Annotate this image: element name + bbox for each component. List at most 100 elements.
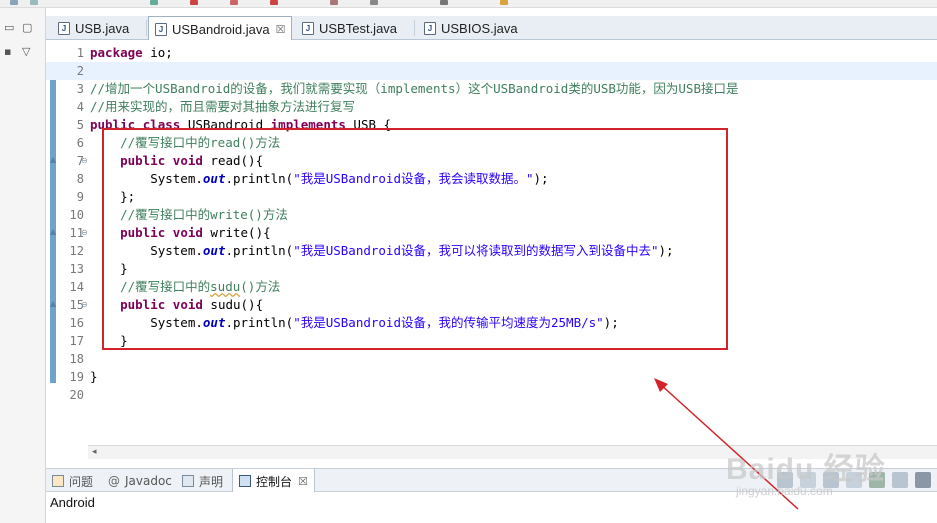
code-text: }; (90, 189, 136, 204)
java-file-icon: J (302, 21, 314, 35)
toolbar-icon[interactable] (30, 0, 38, 5)
code-comment: //覆写接口中的write()方法 (90, 207, 288, 222)
console-output[interactable]: Android (46, 492, 937, 523)
editor-tab-bar: J USB.java J USBandroid.java ☒ J USBTest… (46, 16, 937, 41)
code-line[interactable]: ▲ 11 ⊖ public void write(){ (46, 224, 937, 242)
tab-javadoc[interactable]: @ Javadoc (108, 469, 172, 493)
override-marker-icon[interactable]: ▲ (50, 299, 56, 309)
chevron-down-icon[interactable]: ▽ (22, 46, 30, 58)
code-text: } (90, 333, 128, 348)
override-marker-icon[interactable]: ▲ (50, 227, 56, 237)
tab-label: 问题 (69, 474, 94, 489)
code-line[interactable]: 12 System.out.println("我是USBandroid设备，我可… (46, 242, 937, 260)
collapse-icon[interactable]: ▪ (4, 46, 11, 58)
toolbar-icon[interactable] (440, 0, 448, 5)
line-number: 12 (69, 244, 84, 258)
toolbar-icon[interactable] (190, 0, 198, 5)
line-number: 14 (69, 280, 84, 294)
code-text: } (90, 261, 128, 276)
toolbar-icon[interactable] (330, 0, 338, 5)
tab-usbios-java[interactable]: J USBIOS.java (418, 16, 528, 40)
code-line[interactable]: 18 (46, 350, 937, 368)
code-line[interactable]: ▲ 15 ⊖ public void sudu(){ (46, 296, 937, 314)
code-comment: //增加一个USBandroid的设备，我们就需要实现（implements）这… (90, 81, 739, 96)
tab-label: 控制台 (256, 474, 293, 489)
console-action-icon[interactable] (869, 472, 885, 488)
console-toolbar (777, 472, 931, 488)
fold-icon[interactable]: ⊖ (81, 228, 88, 238)
code-line[interactable]: 3 //增加一个USBandroid的设备，我们就需要实现（implements… (46, 80, 937, 98)
toolbar-icon[interactable] (10, 0, 18, 5)
line-number: 9 (76, 190, 84, 204)
java-file-icon: J (424, 21, 436, 35)
console-action-icon[interactable] (846, 472, 862, 488)
fold-icon[interactable]: ⊖ (81, 156, 88, 166)
line-number: 1 (76, 46, 84, 60)
code-text: } (90, 369, 98, 384)
code-line[interactable]: 1 package io; (46, 44, 937, 62)
toolbar-icon[interactable] (150, 0, 158, 5)
toolbar-icon[interactable] (370, 0, 378, 5)
line-number: 18 (69, 352, 84, 366)
code-line[interactable]: 10 //覆写接口中的write()方法 (46, 206, 937, 224)
code-text: public void write(){ (120, 225, 271, 240)
console-action-icon[interactable] (800, 472, 816, 488)
override-marker-icon[interactable]: ▲ (50, 155, 56, 165)
horizontal-scrollbar[interactable]: ◂ (88, 445, 937, 459)
line-number: 4 (76, 100, 84, 114)
spelling-warning: sudu (210, 279, 241, 294)
code-line[interactable]: 16 System.out.println("我是USBandroid设备，我的… (46, 314, 937, 332)
code-comment: //覆写接口中的sudu()方法 (90, 279, 281, 294)
code-line[interactable]: ▲ 7 ⊖ public void read(){ (46, 152, 937, 170)
tab-declaration[interactable]: 声明 (182, 469, 223, 493)
code-line[interactable]: 14 //覆写接口中的sudu()方法 (46, 278, 937, 296)
toolbar-icon[interactable] (230, 0, 238, 5)
bottom-view-tabs: 问题 @ Javadoc 声明 控制台 ☒ (46, 468, 937, 493)
fold-icon[interactable]: ⊖ (81, 300, 88, 310)
toolbar-icon[interactable] (270, 0, 278, 5)
code-line[interactable]: 4 //用来实现的，而且需要对其抽象方法进行复写 (46, 98, 937, 116)
line-number: 6 (76, 136, 84, 150)
code-comment: //用来实现的，而且需要对其抽象方法进行复写 (90, 99, 356, 114)
code-line[interactable]: 17 } (46, 332, 937, 350)
line-number: 16 (69, 316, 84, 330)
code-line[interactable]: 6 //覆写接口中的read()方法 (46, 134, 937, 152)
close-icon[interactable]: ☒ (298, 475, 308, 488)
tab-label: USBIOS.java (441, 20, 518, 36)
line-number: 2 (76, 64, 84, 78)
at-icon: @ (108, 474, 120, 488)
scroll-left-icon[interactable]: ◂ (92, 447, 97, 457)
code-editor[interactable]: 1 package io; 2 3 //增加一个USBandroid的设备，我们… (46, 40, 937, 445)
minimize-icon[interactable]: ▭ (4, 22, 14, 34)
code-comment: //覆写接口中的read()方法 (90, 135, 281, 150)
restore-icon[interactable]: ▢ (22, 22, 32, 34)
console-action-icon[interactable] (892, 472, 908, 488)
code-line-current[interactable]: 2 (46, 62, 937, 80)
console-action-icon[interactable] (823, 472, 839, 488)
code-line[interactable]: 5 public class USBandroid implements USB… (46, 116, 937, 134)
code-line[interactable]: 19 } (46, 368, 937, 386)
tab-label: 声明 (199, 474, 224, 489)
code-line[interactable]: 8 System.out.println("我是USBandroid设备，我会读… (46, 170, 937, 188)
line-number: 5 (76, 118, 84, 132)
tab-usbtest-java[interactable]: J USBTest.java (296, 16, 414, 40)
code-text: public void read(){ (120, 153, 264, 168)
toolbar-icon[interactable] (500, 0, 508, 5)
tab-console[interactable]: 控制台 ☒ (232, 469, 315, 493)
code-line[interactable]: 13 } (46, 260, 937, 278)
line-number: 13 (69, 262, 84, 276)
console-action-icon[interactable] (777, 472, 793, 488)
view-menu-icon[interactable] (915, 472, 931, 488)
close-icon[interactable]: ☒ (276, 23, 286, 36)
code-text: System.out.println("我是USBandroid设备，我可以将读… (90, 243, 674, 258)
code-line[interactable]: 20 (46, 386, 937, 404)
line-number: 17 (69, 334, 84, 348)
code-text: package io; (90, 45, 173, 60)
tab-label: USB.java (75, 20, 130, 36)
code-line[interactable]: 9 }; (46, 188, 937, 206)
console-name: Android (50, 495, 95, 510)
tab-problems[interactable]: 问题 (52, 469, 93, 493)
tab-usbandroid-java[interactable]: J USBandroid.java ☒ (148, 16, 292, 41)
tab-usb-java[interactable]: J USB.java (52, 16, 144, 40)
java-file-icon: J (58, 21, 70, 35)
